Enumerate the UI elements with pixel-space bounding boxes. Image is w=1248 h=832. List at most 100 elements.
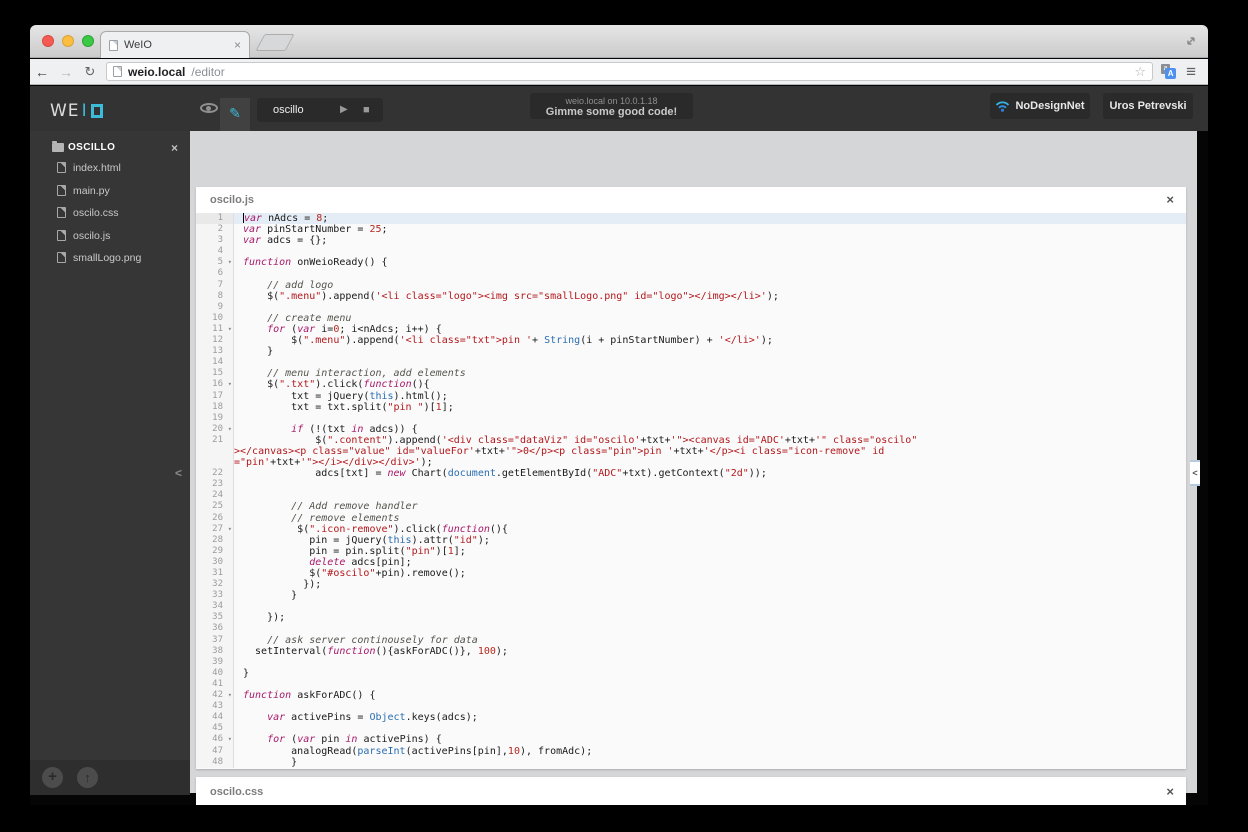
code-text[interactable]: delete adcs[pin]; (234, 557, 1186, 568)
code-text[interactable]: } (234, 757, 1186, 768)
panel-close-icon[interactable]: × (1166, 777, 1174, 805)
forward-button[interactable]: → (54, 60, 78, 84)
url-bar[interactable]: weio.local /editor ☆ (106, 62, 1154, 81)
sidebar-collapse-chevron-icon[interactable]: < (175, 466, 182, 480)
code-text[interactable]: // ask server continousely for data (234, 635, 1186, 646)
minimize-window-button[interactable] (62, 35, 74, 47)
sidebar-bottom-bar: + ↑ (30, 760, 190, 795)
code-text[interactable]: if (!(txt in adcs)) { (234, 424, 1186, 435)
code-text[interactable] (234, 723, 1186, 734)
tab-favicon-page-icon (109, 39, 118, 51)
code-text[interactable]: analogRead(parseInt(activePins[pin],10),… (234, 746, 1186, 757)
project-close-icon[interactable]: × (171, 141, 178, 155)
upload-button[interactable]: ↑ (77, 767, 98, 788)
code-text[interactable] (234, 357, 1186, 368)
code-text[interactable]: } (234, 668, 1186, 679)
code-text[interactable]: txt = txt.split("pin ")[1]; (234, 402, 1186, 413)
edit-mode-button[interactable]: ✎ (220, 98, 250, 131)
file-item[interactable]: oscilo.js (30, 226, 190, 249)
code-text[interactable]: // remove elements (234, 513, 1186, 524)
code-text[interactable]: // add logo (234, 280, 1186, 291)
code-text[interactable]: $(".content").append('<div class="dataVi… (234, 435, 1186, 446)
code-text[interactable]: pin = pin.split("pin")[1]; (234, 546, 1186, 557)
code-text[interactable] (234, 623, 1186, 634)
code-text[interactable]: var nAdcs = 8; (234, 213, 1186, 225)
code-text[interactable] (234, 679, 1186, 690)
code-text[interactable] (234, 413, 1186, 424)
code-text[interactable]: // create menu (234, 313, 1186, 324)
code-text[interactable]: }); (234, 612, 1186, 623)
file-item[interactable]: index.html (30, 158, 190, 181)
editor-close-icon[interactable]: × (1166, 187, 1174, 213)
code-text[interactable]: } (234, 346, 1186, 357)
code-text[interactable]: }); (234, 579, 1186, 590)
code-text[interactable] (234, 246, 1186, 257)
code-text[interactable] (234, 657, 1186, 668)
panel-edge-toggle-chevron[interactable]: < (1190, 460, 1200, 486)
file-label: smallLogo.png (73, 252, 142, 264)
browser-toolbar: ← → ↻ weio.local /editor ☆ a A ≡ (30, 59, 1208, 85)
file-item[interactable]: main.py (30, 181, 190, 204)
network-button[interactable]: NoDesignNet (990, 93, 1090, 119)
translate-extension-icon[interactable]: a A (1161, 64, 1177, 79)
code-text[interactable]: $(".txt").click(function(){ (234, 379, 1186, 390)
code-text[interactable]: // Add remove handler (234, 501, 1186, 512)
logo-o: O (90, 104, 103, 118)
code-text[interactable]: function onWeioReady() { (234, 257, 1186, 268)
code-text[interactable] (234, 601, 1186, 612)
code-text[interactable]: txt = jQuery(this).html(); (234, 391, 1186, 402)
code-text[interactable]: $(".icon-remove").click(function(){ (234, 524, 1186, 535)
fold-marker-icon[interactable]: ▾ (228, 424, 232, 435)
code-text[interactable]: adcs[txt] = new Chart(document.getElemen… (234, 468, 1186, 479)
bookmark-star-icon[interactable]: ☆ (1134, 65, 1146, 78)
code-text[interactable]: $(".menu").append('<li class="logo"><img… (234, 291, 1186, 302)
code-text[interactable]: ></canvas><p class="value" id="valueFor'… (234, 446, 1186, 457)
fold-marker-icon[interactable]: ▾ (228, 257, 232, 268)
code-text[interactable] (234, 701, 1186, 712)
reload-button[interactable]: ↻ (78, 60, 102, 84)
code-text[interactable] (234, 479, 1186, 490)
zoom-window-button[interactable] (82, 35, 94, 47)
tab-close-icon[interactable]: × (234, 39, 241, 51)
editor-panel-header[interactable]: oscilo.js × (196, 187, 1186, 213)
fullscreen-expand-icon[interactable] (1184, 34, 1198, 48)
browser-menu-icon[interactable]: ≡ (1186, 63, 1196, 80)
code-text[interactable]: var activePins = Object.keys(adcs); (234, 712, 1186, 723)
code-text[interactable]: ="pin'+txt+'"></i></div></div>'); (234, 457, 1186, 468)
collapsed-panel[interactable]: oscilo.css × (196, 777, 1186, 805)
code-text[interactable]: for (var pin in activePins) { (234, 734, 1186, 745)
code-text[interactable] (234, 490, 1186, 501)
fold-marker-icon[interactable]: ▾ (228, 379, 232, 390)
code-text[interactable] (234, 302, 1186, 313)
code-line: 19 (196, 412, 1186, 424)
line-number: 10 (196, 312, 234, 324)
code-text[interactable]: function askForADC() { (234, 690, 1186, 701)
new-tab-button[interactable] (255, 34, 295, 51)
preview-eye-icon[interactable] (200, 103, 218, 113)
fold-marker-icon[interactable]: ▾ (228, 690, 232, 701)
code-text[interactable]: for (var i=0; i<nAdcs; i++) { (234, 324, 1186, 335)
user-button[interactable]: Uros Petrevski (1103, 93, 1193, 119)
code-text[interactable]: pin = jQuery(this).attr("id"); (234, 535, 1186, 546)
code-text[interactable]: $("#oscilo"+pin).remove(); (234, 568, 1186, 579)
code-text[interactable]: var pinStartNumber = 25; (234, 224, 1186, 235)
fold-marker-icon[interactable]: ▾ (228, 734, 232, 745)
back-button[interactable]: ← (30, 60, 54, 84)
project-row[interactable]: OSCILLO × (30, 140, 190, 158)
browser-tab[interactable]: WeIO × (100, 31, 250, 58)
code-text[interactable]: $(".menu").append('<li class="txt">pin '… (234, 335, 1186, 346)
play-icon[interactable]: ▶ (340, 98, 348, 122)
code-text[interactable]: var adcs = {}; (234, 235, 1186, 246)
file-item[interactable]: oscilo.css (30, 203, 190, 226)
code-editor[interactable]: 1 var nAdcs = 8; 2 var pinStartNumber = 25;… (196, 213, 1186, 769)
close-window-button[interactable] (42, 35, 54, 47)
code-text[interactable]: // menu interaction, add elements (234, 368, 1186, 379)
fold-marker-icon[interactable]: ▾ (228, 324, 232, 335)
file-item[interactable]: smallLogo.png (30, 248, 190, 271)
stop-icon[interactable]: ■ (363, 98, 370, 122)
add-file-button[interactable]: + (42, 767, 63, 788)
code-text[interactable] (234, 268, 1186, 279)
code-text[interactable]: } (234, 590, 1186, 601)
code-text[interactable]: setInterval(function(){askForADC()}, 100… (234, 646, 1186, 657)
fold-marker-icon[interactable]: ▾ (228, 524, 232, 535)
